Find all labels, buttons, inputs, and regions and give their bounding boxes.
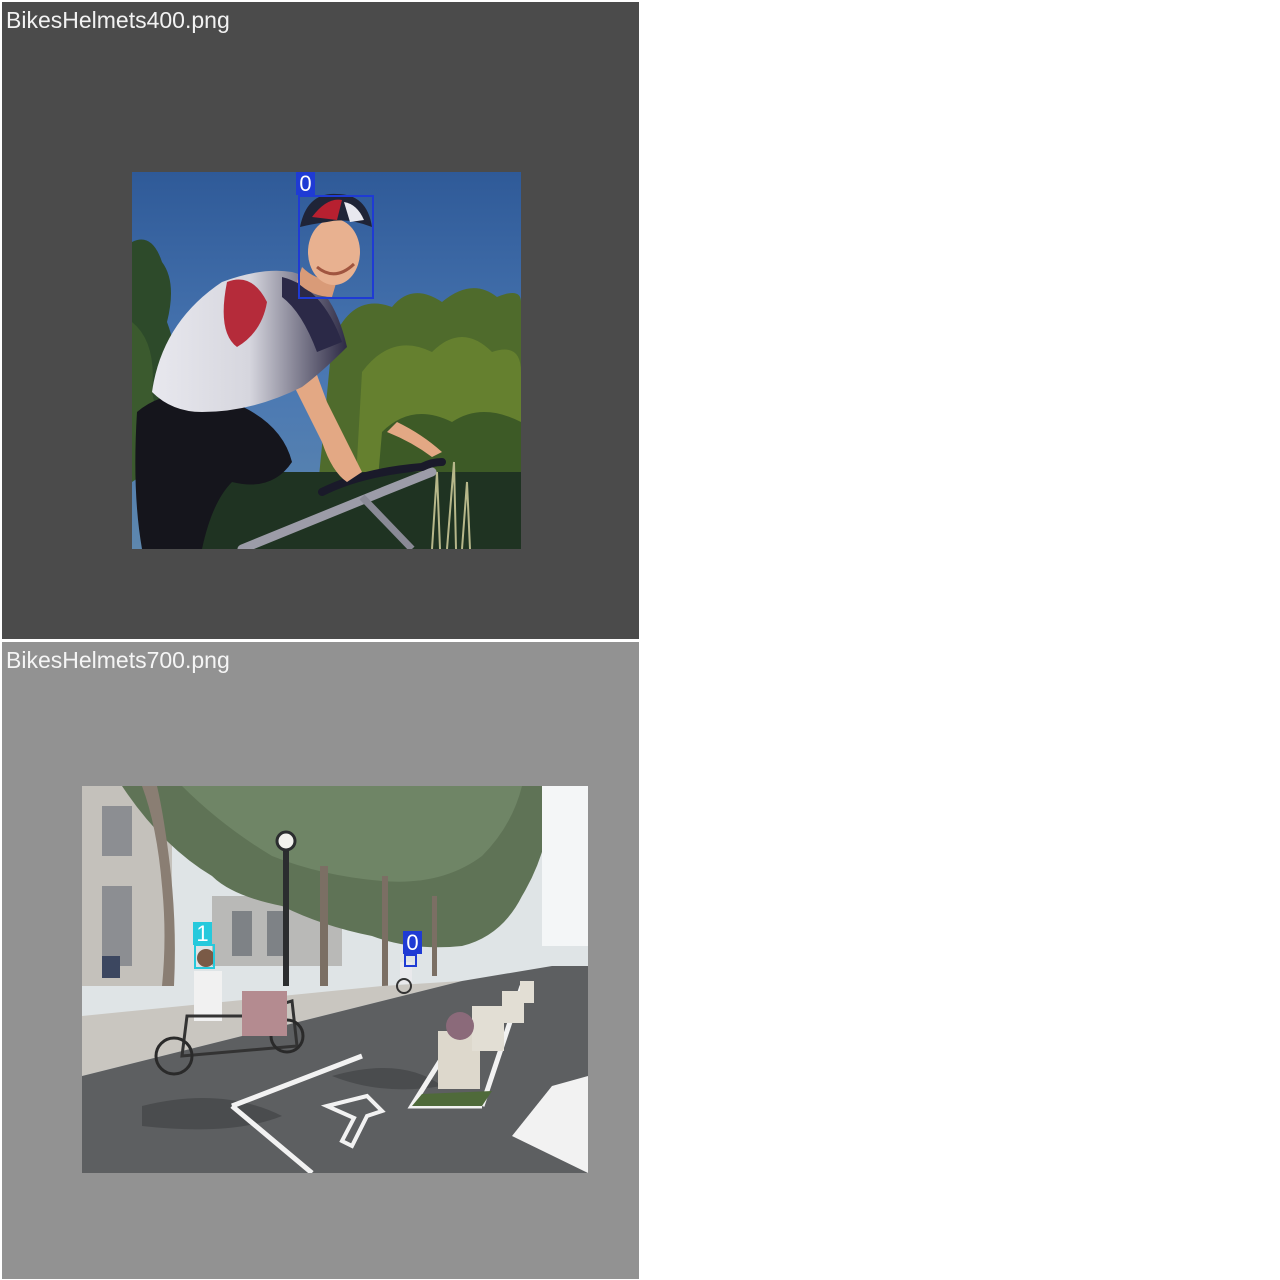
detection-box[interactable] [194, 944, 215, 969]
detection-class-label: 0 [296, 172, 315, 196]
detection-box[interactable] [298, 195, 374, 299]
image-tile-bikeshelmets400[interactable]: BikesHelmets400.png 0 [2, 2, 639, 639]
street-photo-illustration [82, 786, 588, 1173]
image-filename-label: BikesHelmets700.png [6, 647, 230, 673]
detection-class-label: 1 [193, 922, 212, 946]
detection-class-label: 0 [403, 931, 422, 955]
image-tile-bikeshelmets700[interactable]: BikesHelmets700.png 1 0 [2, 642, 639, 1279]
detection-box[interactable] [404, 954, 417, 967]
street-bike-lane-photo [82, 786, 588, 1173]
image-filename-label: BikesHelmets400.png [6, 7, 230, 33]
